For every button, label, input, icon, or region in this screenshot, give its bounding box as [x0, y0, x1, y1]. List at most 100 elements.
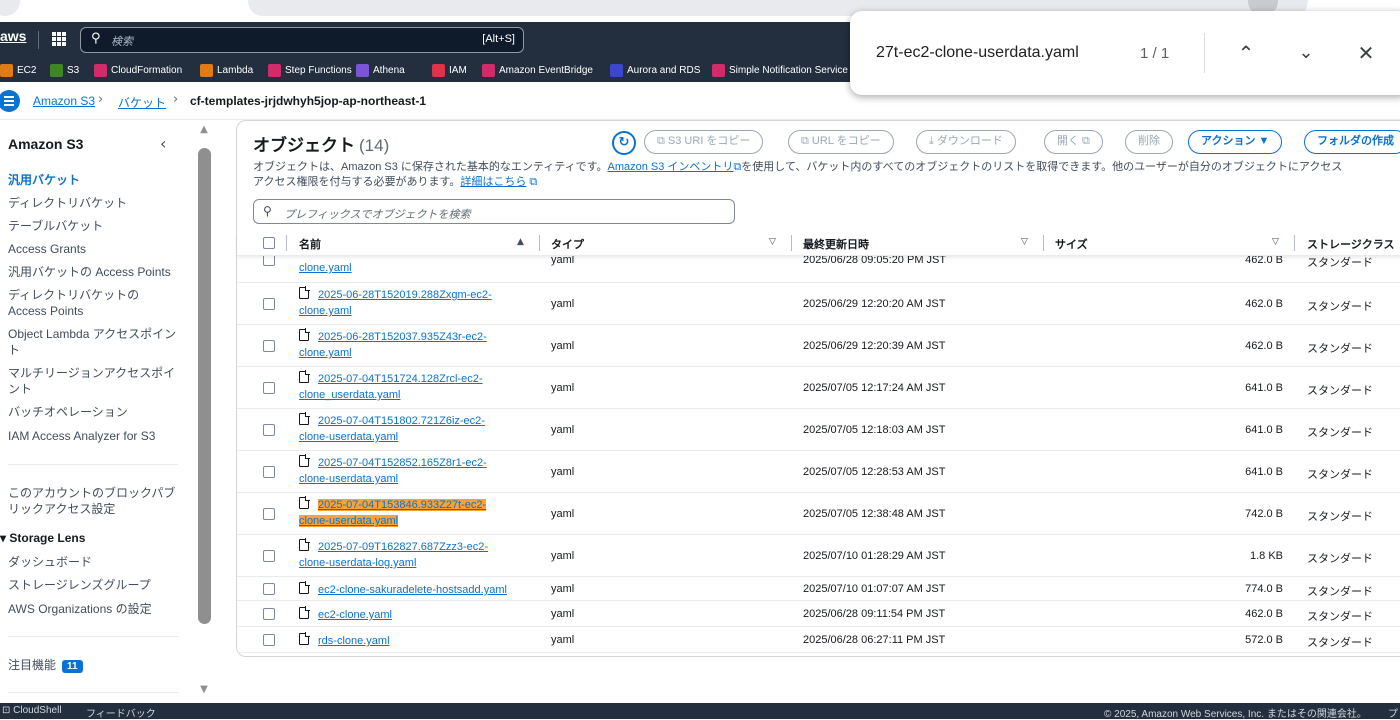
sidebar-item-table-buckets[interactable]: テーブルバケット: [8, 218, 178, 234]
table-row[interactable]: ec2-clone.yaml yaml 2025/06/28 09:11:54 PM…: [237, 601, 1400, 627]
select-all-checkbox[interactable]: [263, 237, 275, 249]
table-row[interactable]: 2025-07-04T152852.165Z8r1-ec2- clone-user…: [237, 451, 1400, 493]
sidebar-item-lens-groups[interactable]: ストレージレンズグループ: [8, 577, 178, 593]
row-checkbox[interactable]: [263, 466, 275, 478]
sidebar-scrollbar-thumb[interactable]: [198, 148, 211, 624]
sidebar-item-object-lambda[interactable]: Object Lambda アクセスポイント: [8, 326, 178, 358]
sort-icon[interactable]: ▽: [769, 237, 776, 247]
sidebar-item-directory-buckets[interactable]: ディレクトリバケット: [8, 195, 178, 211]
object-name-link[interactable]: 2025-07-04T152852.165Z8r1-ec2- clone-user…: [299, 454, 487, 487]
sidebar-item-general-buckets[interactable]: 汎用バケット: [8, 172, 178, 188]
cloudshell-button[interactable]: ⊡ CloudShell: [2, 705, 62, 716]
favorite-sns[interactable]: Simple Notification Service: [712, 63, 848, 77]
column-header-modified[interactable]: 最終更新日時: [803, 236, 869, 252]
services-grid-icon[interactable]: [52, 32, 66, 46]
favorite-rds[interactable]: Aurora and RDS: [610, 63, 700, 77]
object-name-link[interactable]: 2025-07-04T153846.933Z27t-ec2- clone-user…: [299, 496, 487, 529]
refresh-button[interactable]: ↻: [612, 131, 636, 155]
table-row[interactable]: 2025-07-09T162827.687Zzz3-ec2- clone-user…: [237, 535, 1400, 577]
breadcrumb-buckets[interactable]: バケット: [118, 94, 166, 111]
favorite-s3[interactable]: S3: [50, 63, 79, 77]
favorite-athena[interactable]: Athena: [356, 63, 405, 77]
table-row[interactable]: clone.yaml yaml 2025/06/28 09:05:20 PM JST…: [237, 254, 1400, 283]
object-name-link[interactable]: 2025-07-04T151724.128Zrcl-ec2- clone_user…: [299, 370, 483, 403]
sort-ascending-icon[interactable]: ▲: [517, 237, 524, 247]
row-checkbox[interactable]: [263, 634, 275, 646]
copy-s3-uri-button[interactable]: ⧉ S3 URI をコピー: [644, 130, 764, 154]
learn-more-link[interactable]: 詳細はこちら: [460, 176, 526, 188]
object-name-link[interactable]: 2025-06-28T152037.935Z43r-ec2- clone.yaml: [299, 328, 487, 361]
favorite-cloudformation[interactable]: CloudFormation: [94, 63, 182, 77]
object-type: yaml: [551, 508, 575, 520]
table-row[interactable]: 2025-07-04T151802.721Z6iz-ec2- clone-user…: [237, 409, 1400, 451]
prefix-search-input[interactable]: ⚲ プレフィックスでオブジェクトを検索: [253, 199, 735, 224]
global-search-input[interactable]: ⚲ 検索 [Alt+S]: [80, 27, 524, 53]
sidebar-item-block-public-access[interactable]: このアカウントのブロックパブリックアクセス設定: [8, 485, 178, 517]
breadcrumb-amazon-s3[interactable]: Amazon S3: [33, 94, 95, 108]
column-header-name[interactable]: 名前: [299, 236, 321, 252]
actions-dropdown[interactable]: アクション ▼: [1188, 130, 1283, 154]
sidebar-item-dashboard[interactable]: ダッシュボード: [8, 554, 178, 570]
sidebar-item-access-grants[interactable]: Access Grants: [8, 241, 178, 257]
sidebar-item-iam-analyzer[interactable]: IAM Access Analyzer for S3: [8, 428, 178, 444]
favorite-ec2[interactable]: EC2: [0, 63, 36, 77]
object-name-link[interactable]: 2025-07-04T151802.721Z6iz-ec2- clone-user…: [299, 412, 485, 445]
row-checkbox[interactable]: [263, 508, 275, 520]
row-checkbox[interactable]: [263, 298, 275, 310]
object-name-link[interactable]: ec2-clone.yaml: [299, 606, 392, 623]
copy-icon: ⧉: [657, 135, 668, 147]
scroll-up-icon[interactable]: ▲: [196, 124, 212, 136]
menu-icon[interactable]: [0, 90, 20, 112]
favorite-step-functions[interactable]: Step Functions: [268, 63, 352, 77]
create-folder-button[interactable]: フォルダの作成: [1304, 130, 1400, 154]
sidebar-item-organizations[interactable]: AWS Organizations の設定: [8, 601, 178, 617]
object-name-link[interactable]: ec2-clone-sakuradelete-hostsadd.yaml: [299, 581, 507, 598]
favorite-eventbridge[interactable]: Amazon EventBridge: [482, 63, 593, 77]
favorite-lambda[interactable]: Lambda: [200, 63, 253, 77]
table-row[interactable]: 2025-07-04T153846.933Z27t-ec2- clone-user…: [237, 493, 1400, 535]
column-header-type[interactable]: タイプ: [551, 236, 584, 252]
table-row[interactable]: 2025-06-28T152019.288Zxgm-ec2- clone.yaml…: [237, 283, 1400, 325]
delete-button[interactable]: 削除: [1125, 130, 1173, 154]
row-checkbox[interactable]: [263, 550, 275, 562]
row-checkbox[interactable]: [263, 340, 275, 352]
sidebar-item-featured[interactable]: 注目機能 11: [8, 657, 178, 673]
download-button[interactable]: ⤓ ダウンロード: [916, 130, 1016, 154]
favorite-iam[interactable]: IAM: [432, 63, 467, 77]
table-row[interactable]: 2025-06-28T152037.935Z43r-ec2- clone.yaml…: [237, 325, 1400, 367]
row-checkbox[interactable]: [263, 382, 275, 394]
column-header-size[interactable]: サイズ: [1055, 236, 1088, 252]
table-row[interactable]: ec2-clone-sakuradelete-hostsadd.yaml yaml…: [237, 577, 1400, 601]
copy-url-button[interactable]: ⧉ URL をコピー: [788, 130, 894, 154]
table-row[interactable]: 2025-07-04T151724.128Zrcl-ec2- clone_user…: [237, 367, 1400, 409]
inventory-link[interactable]: Amazon S3 インベントリ: [608, 161, 734, 173]
object-name-link[interactable]: rds-clone.yaml: [299, 632, 390, 649]
sidebar-item-batch-operations[interactable]: バッチオペレーション: [8, 404, 178, 420]
open-button[interactable]: 開く ⧉: [1044, 130, 1103, 154]
find-close-icon[interactable]: ✕: [1352, 39, 1380, 67]
sort-icon[interactable]: ▽: [1021, 237, 1028, 247]
browser-back-button[interactable]: [0, 0, 20, 16]
storage-lens-section[interactable]: ▾ Storage Lens: [0, 530, 170, 546]
feedback-link[interactable]: フィードバック: [86, 705, 156, 720]
object-name-link[interactable]: 2025-07-09T162827.687Zzz3-ec2- clone-user…: [299, 538, 488, 571]
find-query-input[interactable]: 27t-ec2-clone-userdata.yaml: [876, 44, 1079, 62]
collapse-sidebar-icon[interactable]: ‹: [160, 134, 166, 153]
row-checkbox[interactable]: [263, 583, 275, 595]
sidebar-item-general-access-points[interactable]: 汎用バケットの Access Points: [8, 264, 178, 280]
object-name-link[interactable]: 2025-06-28T152019.288Zxgm-ec2- clone.yaml: [299, 286, 492, 319]
sidebar-item-multi-region[interactable]: マルチリージョンアクセスポイント: [8, 365, 178, 397]
row-checkbox[interactable]: [263, 608, 275, 620]
aws-logo[interactable]: aws: [0, 28, 26, 44]
sidebar-item-directory-access-points[interactable]: ディレクトリバケットの Access Points: [8, 287, 178, 319]
column-header-storage-class[interactable]: ストレージクラス: [1307, 236, 1395, 252]
find-previous-icon[interactable]: ⌃: [1232, 39, 1260, 67]
sort-icon[interactable]: ▽: [1272, 237, 1279, 247]
table-row[interactable]: rds-clone.yaml yaml 2025/06/28 06:27:11 PM…: [237, 627, 1400, 653]
row-checkbox[interactable]: [263, 424, 275, 436]
object-name-link[interactable]: clone.yaml: [299, 260, 352, 276]
sidebar-divider: [8, 636, 178, 637]
scroll-down-icon[interactable]: ▼: [196, 684, 212, 696]
find-next-icon[interactable]: ⌄: [1292, 39, 1320, 67]
footer-privacy-link[interactable]: プ: [1388, 705, 1398, 720]
